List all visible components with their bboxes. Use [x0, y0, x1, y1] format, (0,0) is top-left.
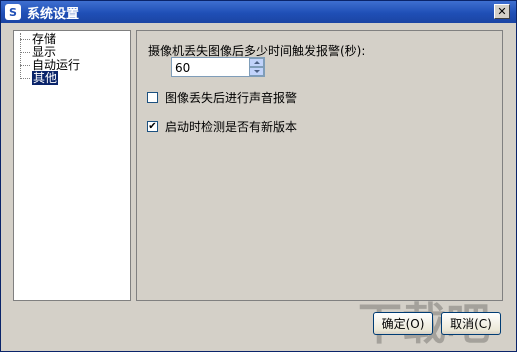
sound-alarm-option[interactable]: 图像丢失后进行声音报警	[147, 89, 297, 106]
settings-category-tree[interactable]: 存储 显示 自动运行 其他	[13, 30, 131, 301]
settings-panel: 摄像机丢失图像后多少时间触发报警(秒): 60 图像丢失后进行声音报警 ✔ 启动…	[136, 30, 503, 301]
arrow-up-icon	[253, 61, 260, 64]
title-bar[interactable]: S 系统设置 ✕	[1, 1, 516, 23]
sound-alarm-checkbox[interactable]	[147, 92, 158, 103]
close-button[interactable]: ✕	[494, 4, 510, 19]
app-icon: S	[5, 4, 21, 20]
settings-dialog: S 系统设置 ✕ 存储 显示 自动运行 其他 摄像机丢失图像后多少时间触发报警(…	[0, 0, 517, 352]
check-update-option[interactable]: ✔ 启动时检测是否有新版本	[147, 118, 297, 135]
ok-button[interactable]: 确定(O)	[373, 312, 433, 335]
window-title: 系统设置	[27, 6, 80, 22]
check-update-checkbox[interactable]: ✔	[147, 121, 158, 132]
sound-alarm-label: 图像丢失后进行声音报警	[165, 91, 298, 105]
close-icon: ✕	[497, 5, 507, 18]
stepper-down-button[interactable]	[249, 67, 264, 76]
cancel-button[interactable]: 取消(C)	[441, 312, 501, 335]
check-update-label: 启动时检测是否有新版本	[165, 120, 298, 134]
tree-item-other[interactable]: 其他	[14, 71, 130, 85]
camera-lost-seconds-stepper[interactable]: 60	[171, 57, 265, 77]
stepper-up-button[interactable]	[249, 58, 264, 67]
arrow-down-icon	[253, 70, 260, 73]
camera-lost-seconds-value[interactable]: 60	[175, 61, 190, 75]
